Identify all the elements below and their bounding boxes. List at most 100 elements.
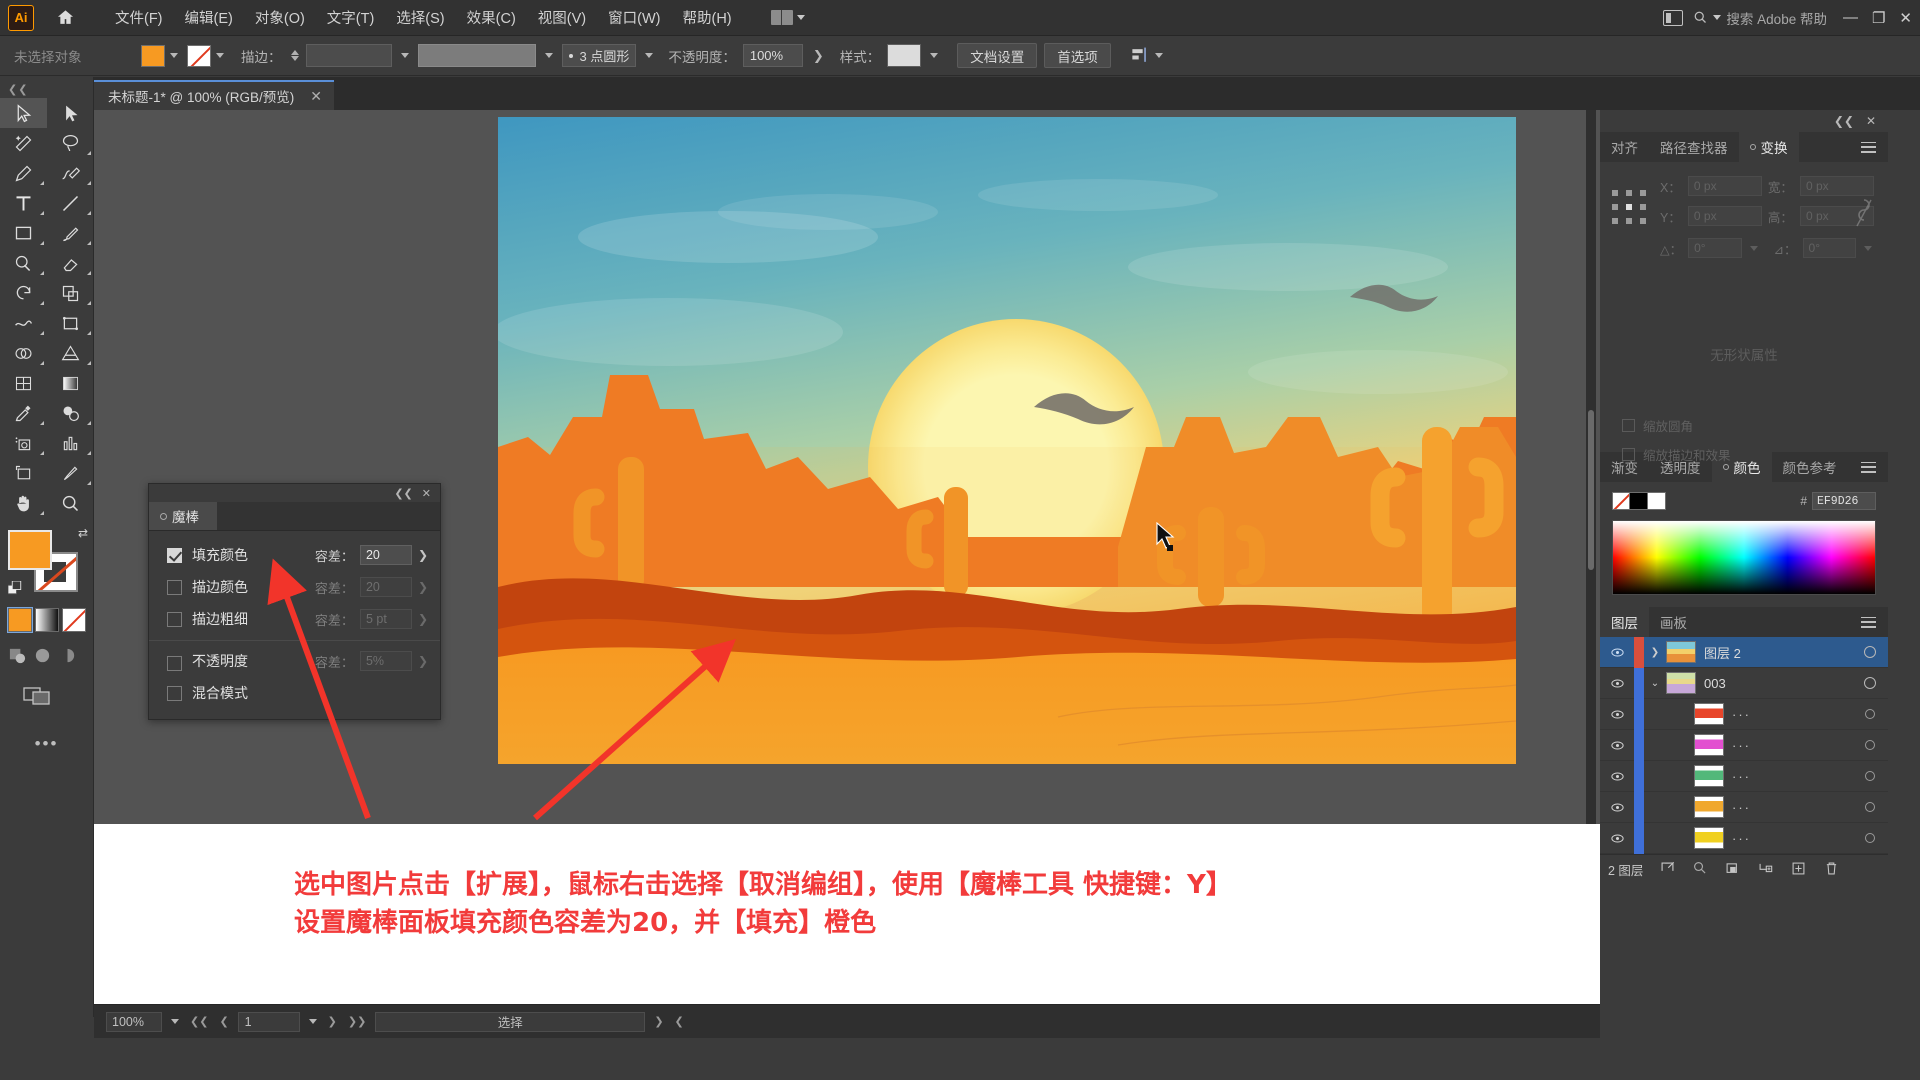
hex-input[interactable]: EF9D26 [1812,492,1876,510]
tool-eyedropper[interactable] [0,398,47,428]
chevron-down-icon[interactable] [544,53,553,58]
opacity-field[interactable]: 100% [742,44,803,67]
draw-inside-icon[interactable] [58,646,77,665]
black-swatch[interactable] [1630,492,1648,510]
tool-width[interactable] [0,308,47,338]
visibility-toggle-icon[interactable] [1600,645,1634,660]
document-setup-button[interactable]: 文档设置 [957,43,1038,68]
menu-object[interactable]: 对象(O) [244,1,316,34]
layer-name[interactable]: ··· [1732,831,1852,846]
target-indicator[interactable] [1852,802,1888,812]
tool-mesh[interactable] [0,368,47,398]
layer-row-5[interactable]: ··· [1600,791,1888,823]
tool-scale[interactable] [47,278,94,308]
minimize-button[interactable]: — [1843,9,1858,26]
visibility-toggle-icon[interactable] [1600,769,1634,784]
toolbar-grip[interactable]: ❮❮ [0,77,93,98]
chevron-down-icon[interactable] [308,1019,317,1024]
close-icon[interactable]: ✕ [422,487,431,500]
checkbox-stroke-color[interactable] [167,579,182,595]
tool-shape-builder[interactable] [0,338,47,368]
color-spectrum-bar[interactable] [1612,520,1876,595]
layer-row-4[interactable]: ··· [1600,760,1888,792]
next-page-icon[interactable]: ❯ [326,1015,339,1028]
chevron-down-icon[interactable] [645,53,654,58]
fill-color-box[interactable] [8,530,52,570]
layer-row-0[interactable]: ❯ 图层 2 [1600,636,1888,668]
visibility-toggle-icon[interactable] [1600,800,1634,815]
none-mode-button[interactable] [62,608,86,632]
maximize-button[interactable]: ❐ [1872,9,1885,27]
menu-effect[interactable]: 效果(C) [456,1,527,34]
menu-window[interactable]: 窗口(W) [597,1,671,34]
none-swatch[interactable] [1612,492,1630,510]
status-indicator[interactable]: 选择 [375,1011,646,1032]
screen-mode-button[interactable] [22,683,93,712]
first-page-icon[interactable]: ❮❮ [188,1015,210,1028]
stroke-color-swatch[interactable] [187,44,211,67]
tool-column-graph[interactable] [47,428,94,458]
layers-panel-menu-button[interactable] [1849,607,1888,637]
chevron-down-icon[interactable] [930,53,939,58]
tool-magic-wand[interactable] [0,128,47,158]
draw-normal-icon[interactable] [8,646,27,665]
layer-name[interactable]: ··· [1732,738,1852,753]
layer-row-2[interactable]: ··· [1600,698,1888,730]
target-indicator[interactable] [1852,709,1888,719]
layer-name[interactable]: 003 [1704,676,1852,691]
panel-toggle-icon[interactable] [1663,9,1684,26]
menu-edit[interactable]: 编辑(E) [174,1,244,34]
tool-selection[interactable] [0,98,47,128]
zoom-level-input[interactable]: 100% [106,1011,162,1032]
chevron-right-icon[interactable]: ❯ [418,548,428,562]
tool-hand[interactable] [0,488,47,518]
stroke-swatch-control[interactable] [187,44,226,67]
workspace-switcher[interactable] [765,7,811,28]
prev-page-icon[interactable]: ❮ [217,1015,230,1028]
tool-rectangle[interactable] [0,218,47,248]
draw-behind-icon[interactable] [33,646,52,665]
layer-row-1[interactable]: ⌄ 003 [1600,667,1888,699]
close-button[interactable]: ✕ [1899,9,1912,27]
chevron-down-icon[interactable] [400,53,409,58]
create-new-layer-icon[interactable] [1790,860,1807,880]
layer-name[interactable]: ··· [1732,707,1852,722]
target-indicator[interactable] [1852,646,1888,658]
chevron-down-icon[interactable] [1154,53,1163,58]
layer-name[interactable]: ··· [1732,800,1852,815]
tab-artboards[interactable]: 画板 [1649,607,1698,637]
chevron-down-icon[interactable] [216,53,224,58]
tool-slice[interactable] [47,458,94,488]
tab-magic-wand[interactable]: 魔棒 [149,502,217,530]
mw-option-stroke-weight[interactable]: 描边粗细 容差： 5 pt ❯ [149,603,440,635]
checkbox-fill-color[interactable] [167,547,182,563]
collapse-icon[interactable]: ❮❮ [1834,114,1854,128]
tab-transform[interactable]: 变换 [1738,132,1799,162]
artboard-number-input[interactable]: 1 [237,1011,300,1032]
tolerance-input-fill[interactable]: 20 [359,545,412,565]
target-indicator[interactable] [1852,677,1888,689]
tool-gradient[interactable] [47,368,94,398]
search-adobe-help[interactable]: 搜索 Adobe 帮助 [1693,8,1827,28]
align-tools-group[interactable] [1130,46,1165,65]
tool-rotate[interactable] [0,278,47,308]
tab-layers[interactable]: 图层 [1600,607,1649,637]
tab-align[interactable]: 对齐 [1600,132,1649,162]
layer-row-3[interactable]: ··· [1600,729,1888,761]
fill-color-swatch[interactable] [141,44,165,67]
visibility-toggle-icon[interactable] [1600,738,1634,753]
tool-pen[interactable] [0,158,47,188]
tool-paintbrush[interactable] [47,218,94,248]
chevron-down-icon[interactable] [171,1019,179,1024]
target-indicator[interactable] [1852,740,1888,750]
fill-swatch-control[interactable] [141,44,180,67]
layer-name[interactable]: 图层 2 [1704,643,1852,662]
visibility-toggle-icon[interactable] [1600,676,1634,691]
mw-option-stroke-color[interactable]: 描边颜色 容差： 20 ❯ [149,571,440,603]
menu-select[interactable]: 选择(S) [385,1,455,34]
create-sublayer-icon[interactable] [1757,860,1774,880]
layer-row-6[interactable]: ··· [1600,822,1888,854]
last-page-icon[interactable]: ❯❯ [346,1015,368,1028]
target-indicator[interactable] [1852,771,1888,781]
mw-option-fill-color[interactable]: 填充颜色 容差： 20 ❯ [149,539,440,571]
